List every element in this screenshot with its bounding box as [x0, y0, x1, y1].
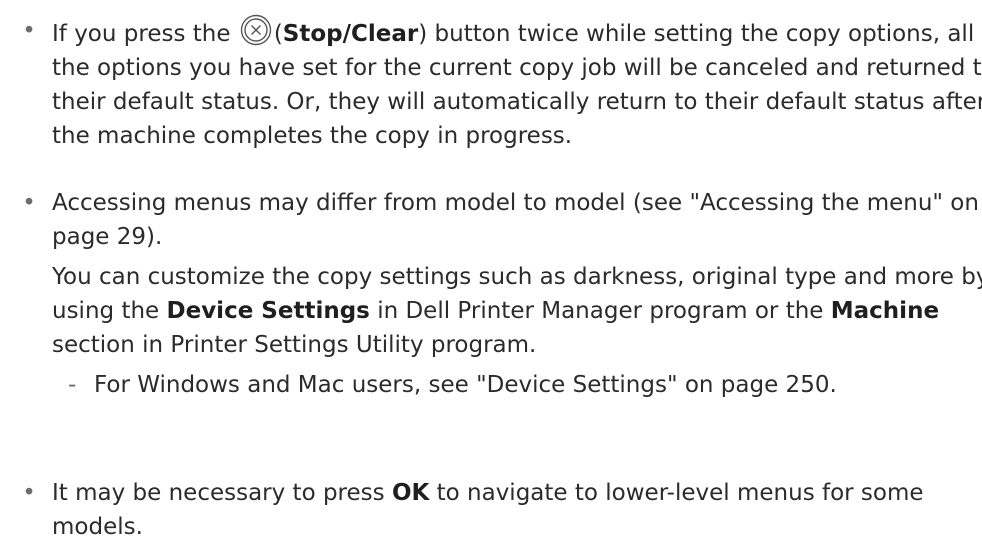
list-item-stop-clear: • If you press the (Stop/Clear) button t… — [0, 14, 982, 153]
ok-label: OK — [391, 480, 430, 506]
device-settings-label: Device Settings — [166, 298, 370, 324]
bullet-glyph: • — [22, 480, 36, 506]
bullet-glyph: • — [22, 190, 36, 216]
accessing-menus-paragraph: Accessing menus may differ from model to… — [52, 190, 979, 250]
windows-mac-note: For Windows and Mac users, see "Device S… — [94, 372, 837, 398]
document-page: • If you press the (Stop/Clear) button t… — [0, 0, 982, 553]
list-item-press-ok: • It may be necessary to press OK to nav… — [0, 476, 982, 544]
list-item-accessing-menus: • Accessing menus may differ from model … — [0, 186, 982, 402]
paren-open: ( — [273, 21, 283, 47]
text-segment: section in Printer Settings Utility prog… — [52, 332, 537, 358]
stop-clear-paragraph: If you press the (Stop/Clear) button twi… — [52, 14, 982, 153]
customize-settings-paragraph: You can customize the copy settings such… — [52, 260, 982, 362]
stop-clear-icon — [240, 14, 272, 46]
stop-clear-label: Stop/Clear — [282, 21, 419, 47]
text-segment: in Dell Printer Manager program or the — [377, 298, 824, 324]
dash-glyph: - — [68, 372, 77, 398]
sub-list-item: - For Windows and Mac users, see "Device… — [52, 368, 982, 402]
text-segment: If you press the — [52, 21, 231, 47]
machine-label: Machine — [830, 298, 940, 324]
text-segment: It may be necessary to press — [52, 480, 385, 506]
bullet-glyph: • — [22, 18, 36, 44]
sub-list: - For Windows and Mac users, see "Device… — [52, 368, 982, 402]
press-ok-paragraph: It may be necessary to press OK to navig… — [52, 476, 982, 544]
